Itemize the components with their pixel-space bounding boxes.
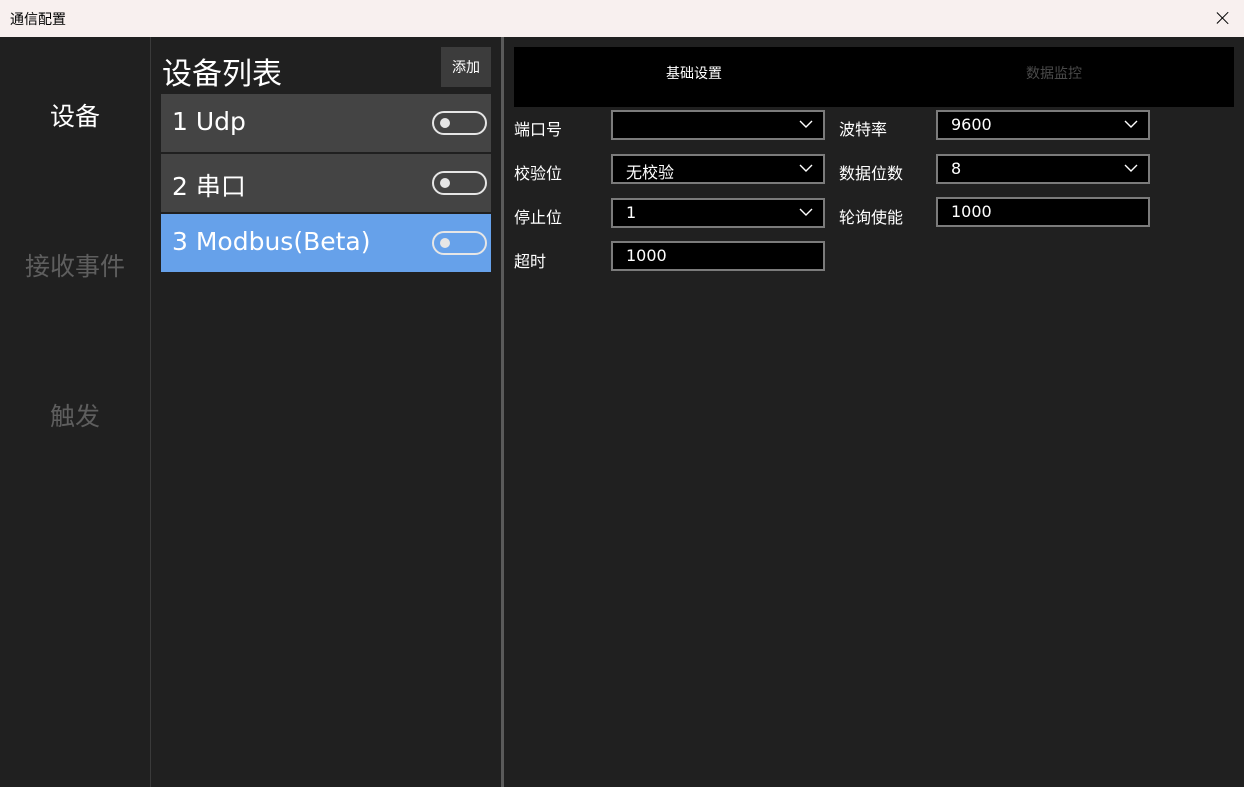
baud-select[interactable]: 9600 [936, 110, 1150, 140]
device-enable-toggle[interactable] [432, 171, 487, 195]
device-item-udp[interactable]: 1 Udp [161, 94, 491, 152]
poll-label: 轮询使能 [839, 208, 904, 227]
toggle-knob [440, 238, 450, 248]
chevron-down-icon [799, 120, 813, 128]
device-list-title: 设备列表 [162, 57, 282, 92]
stopbits-value: 1 [626, 203, 637, 222]
timeout-input[interactable]: 1000 [611, 241, 825, 271]
nav-item-receive-events[interactable]: 接收事件 [0, 247, 150, 283]
timeout-label: 超时 [514, 252, 547, 271]
toggle-knob [440, 118, 450, 128]
stopbits-label: 停止位 [514, 208, 563, 227]
tab-data-monitor[interactable]: 数据监控 [874, 63, 1234, 83]
chevron-down-icon [799, 208, 813, 216]
timeout-value: 1000 [626, 246, 667, 265]
tab-bar: 基础设置 数据监控 [514, 47, 1234, 107]
port-label: 端口号 [514, 120, 563, 139]
toggle-knob [440, 178, 450, 188]
parity-select[interactable]: 无校验 [611, 154, 825, 184]
databits-select[interactable]: 8 [936, 154, 1150, 184]
tab-basic-settings[interactable]: 基础设置 [514, 63, 874, 83]
databits-label: 数据位数 [839, 164, 904, 183]
device-enable-toggle[interactable] [432, 111, 487, 135]
baud-value: 9600 [951, 115, 992, 134]
chevron-down-icon [1124, 164, 1138, 172]
device-enable-toggle[interactable] [432, 231, 487, 255]
device-item-label: 1 Udp [172, 107, 246, 136]
close-icon[interactable] [1213, 8, 1233, 28]
add-device-button[interactable]: 添加 [441, 47, 491, 87]
databits-value: 8 [951, 159, 962, 178]
device-item-label: 3 Modbus(Beta) [172, 227, 371, 256]
poll-input[interactable]: 1000 [936, 197, 1150, 227]
device-item-label: 2 串口 [172, 172, 246, 201]
chevron-down-icon [1124, 120, 1138, 128]
left-nav: 设备 接收事件 触发 [0, 37, 150, 787]
nav-item-devices[interactable]: 设备 [0, 97, 150, 133]
parity-label: 校验位 [514, 164, 563, 183]
stopbits-select[interactable]: 1 [611, 198, 825, 228]
poll-value: 1000 [951, 202, 992, 221]
port-select[interactable] [611, 110, 825, 140]
title-bar: 通信配置 [0, 0, 1244, 37]
panel-splitter[interactable] [501, 37, 504, 787]
device-list-panel: 设备列表 添加 1 Udp 2 串口 3 Modbus(Beta) [151, 37, 501, 787]
chevron-down-icon [799, 164, 813, 172]
nav-item-trigger[interactable]: 触发 [0, 397, 150, 433]
window-title: 通信配置 [10, 12, 66, 28]
device-item-modbus[interactable]: 3 Modbus(Beta) [161, 214, 491, 272]
parity-value: 无校验 [626, 163, 675, 182]
device-item-serial[interactable]: 2 串口 [161, 154, 491, 212]
baud-label: 波特率 [839, 120, 888, 139]
